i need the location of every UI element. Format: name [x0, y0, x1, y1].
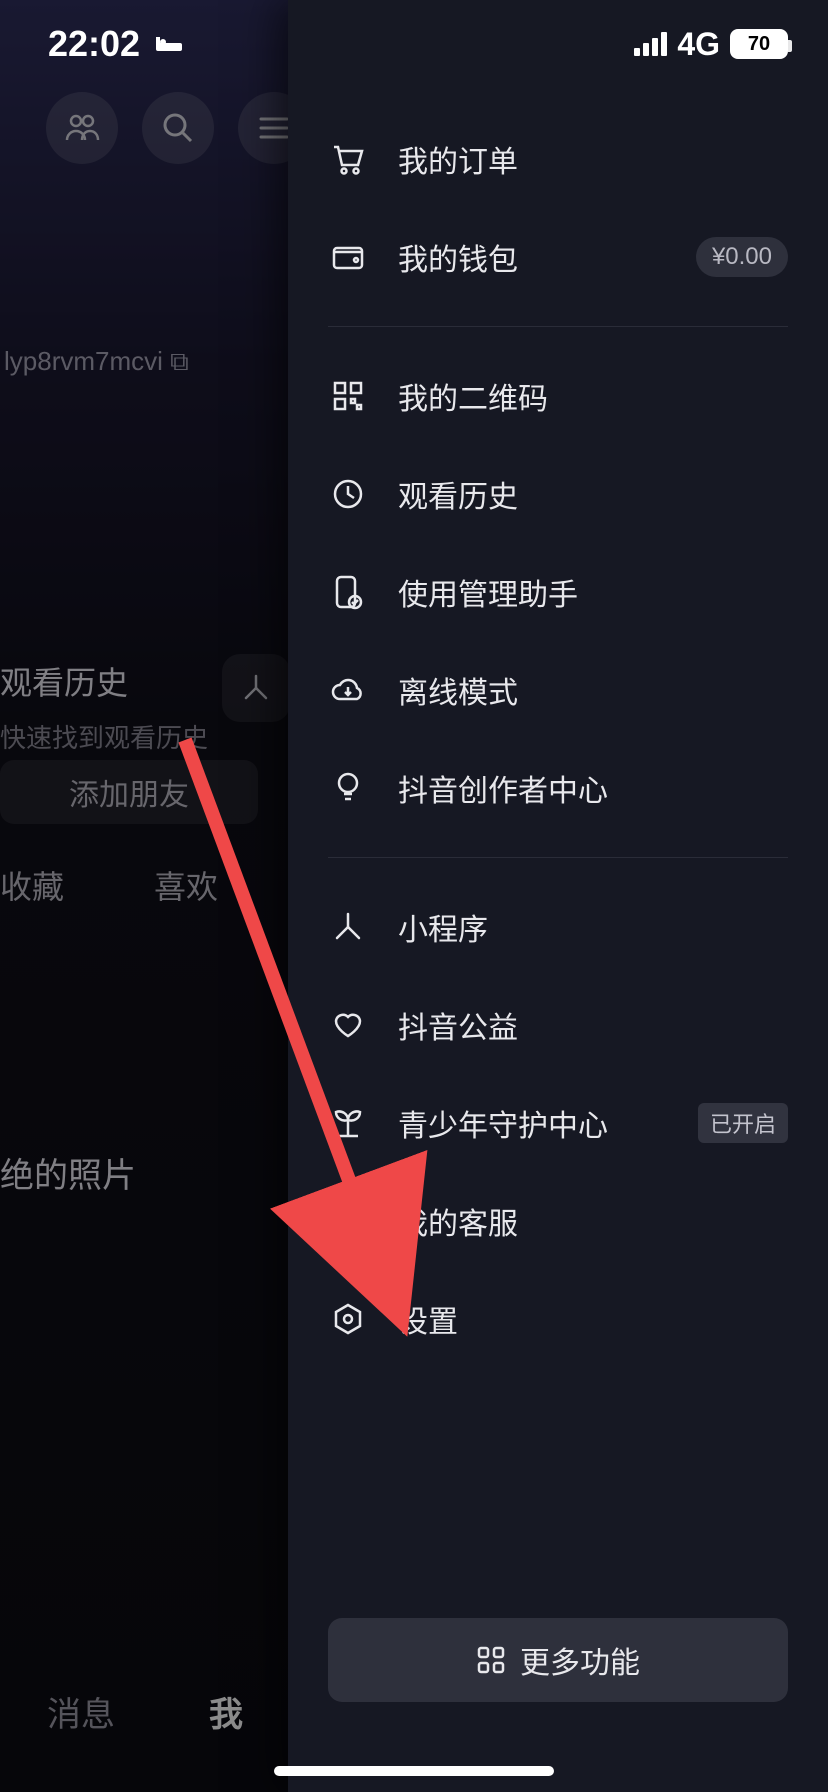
menu-youth-protection[interactable]: 青少年守护中心 已开启 [328, 1074, 788, 1172]
phone-check-icon [328, 572, 368, 612]
menu-label: 抖音公益 [398, 1003, 788, 1047]
signal-icon [634, 32, 667, 56]
network-label: 4G [677, 26, 720, 63]
qrcode-icon [328, 376, 368, 416]
menu-watch-history[interactable]: 观看历史 [328, 445, 788, 543]
clock-icon [328, 474, 368, 514]
bg-photo-text: 绝的照片 [0, 1148, 136, 1197]
menu-label: 观看历史 [398, 472, 788, 516]
menu-label: 我的订单 [398, 137, 788, 181]
menu-orders[interactable]: 我的订单 [328, 110, 788, 208]
menu-label: 我的二维码 [398, 374, 788, 418]
battery-level: 70 [748, 33, 770, 56]
menu-mini-programs[interactable]: 小程序 [328, 878, 788, 976]
menu-usage-assistant[interactable]: 使用管理助手 [328, 543, 788, 641]
menu-label: 我的客服 [398, 1199, 788, 1243]
menu-creator-center[interactable]: 抖音创作者中心 [328, 739, 788, 837]
lightbulb-icon [328, 768, 368, 808]
friends-icon [64, 113, 100, 143]
spark-button[interactable] [222, 654, 290, 722]
cart-icon [328, 139, 368, 179]
bg-tab-like[interactable]: 喜欢 [154, 862, 218, 908]
home-indicator[interactable] [274, 1766, 554, 1776]
bg-tab-favorite[interactable]: 收藏 [0, 862, 64, 908]
add-friend-label: 添加朋友 [69, 770, 189, 814]
menu-label: 我的钱包 [398, 235, 666, 279]
menu-label: 设置 [398, 1297, 788, 1341]
menu-label: 使用管理助手 [398, 570, 788, 614]
spark-icon [240, 672, 272, 704]
menu-label: 离线模式 [398, 668, 788, 712]
menu-qrcode[interactable]: 我的二维码 [328, 347, 788, 445]
friends-button[interactable] [46, 92, 118, 164]
headset-icon [328, 1201, 368, 1241]
cloud-download-icon [328, 670, 368, 710]
status-time: 22:02 [48, 23, 140, 65]
menu-wallet[interactable]: 我的钱包 ¥0.00 [328, 208, 788, 306]
bed-icon [154, 33, 184, 55]
spark-icon [328, 907, 368, 947]
youth-enabled-tag: 已开启 [698, 1103, 788, 1143]
grid-icon [476, 1645, 506, 1675]
user-id-text: lyp8rvm7mcvi ⧉ [0, 346, 189, 378]
more-features-label: 更多功能 [520, 1638, 640, 1682]
more-features-button[interactable]: 更多功能 [328, 1618, 788, 1702]
menu-settings[interactable]: 设置 [328, 1270, 788, 1368]
divider [328, 857, 788, 858]
bottom-tab-messages[interactable]: 消息 [47, 1687, 115, 1736]
bg-history-subtitle: 快速找到观看历史 [0, 718, 270, 755]
menu-charity[interactable]: 抖音公益 [328, 976, 788, 1074]
battery-icon: 70 [730, 29, 788, 59]
menu-label: 抖音创作者中心 [398, 766, 788, 810]
menu-customer-service[interactable]: 我的客服 [328, 1172, 788, 1270]
bottom-tab-profile[interactable]: 我 [209, 1687, 243, 1736]
divider [328, 326, 788, 327]
search-button[interactable] [142, 92, 214, 164]
hamburger-icon [259, 116, 289, 140]
status-bar: 22:02 4G 70 [0, 0, 828, 88]
heart-icon [328, 1005, 368, 1045]
settings-icon [328, 1299, 368, 1339]
add-friend-button[interactable]: 添加朋友 [0, 760, 258, 824]
menu-label: 青少年守护中心 [398, 1101, 668, 1145]
menu-label: 小程序 [398, 905, 788, 949]
menu-offline-mode[interactable]: 离线模式 [328, 641, 788, 739]
side-drawer: 我的订单 我的钱包 ¥0.00 我的二维码 [288, 0, 828, 1792]
search-icon [161, 111, 195, 145]
wallet-icon [328, 237, 368, 277]
sprout-icon [328, 1103, 368, 1143]
wallet-balance-badge: ¥0.00 [696, 237, 788, 277]
